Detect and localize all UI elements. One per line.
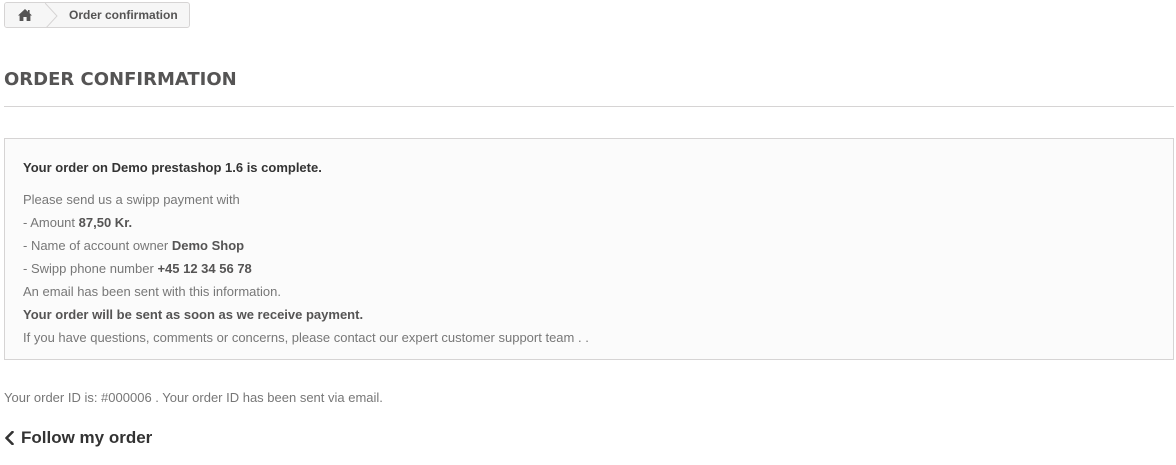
breadcrumb-current: Order confirmation — [69, 8, 178, 22]
confirmation-box: Your order on Demo prestashop 1.6 is com… — [4, 138, 1174, 360]
phone-line: - Swipp phone number +45 12 34 56 78 — [23, 257, 1155, 280]
amount-value: 87,50 Kr. — [78, 215, 133, 230]
order-id-text: Your order ID is: #000006 . Your order I… — [4, 390, 383, 405]
amount-label: - Amount — [23, 215, 76, 230]
breadcrumb: Order confirmation — [4, 2, 190, 28]
support-text: If you have questions, comments or conce… — [23, 330, 399, 345]
breadcrumb-separator — [45, 3, 59, 27]
phone-label: - Swipp phone number — [23, 261, 154, 276]
payment-intro: Please send us a swipp payment with — [23, 192, 240, 207]
owner-label: - Name of account owner — [23, 238, 169, 253]
follow-my-order-label: Follow my order — [21, 428, 153, 447]
follow-my-order-link[interactable]: Follow my order — [4, 428, 152, 448]
breadcrumb-home-link[interactable] — [5, 3, 45, 27]
chevron-left-icon — [4, 431, 15, 445]
support-link[interactable]: expert customer support team — [402, 330, 575, 345]
heading-divider — [4, 106, 1174, 107]
owner-value: Demo Shop — [171, 238, 245, 253]
confirmation-lead: Your order on Demo prestashop 1.6 is com… — [23, 160, 322, 175]
payment-note: Your order will be sent as soon as we re… — [23, 307, 364, 322]
page-title: ORDER CONFIRMATION — [4, 69, 237, 90]
support-suffix: . . — [578, 330, 589, 345]
order-confirmation-page: Order confirmation ORDER CONFIRMATION Yo… — [0, 0, 1176, 465]
amount-line: - Amount 87,50 Kr. — [23, 211, 1155, 234]
home-icon — [17, 8, 33, 22]
email-note: An email has been sent with this informa… — [23, 284, 281, 299]
support-line: If you have questions, comments or conce… — [23, 326, 1155, 349]
owner-line: - Name of account owner Demo Shop — [23, 234, 1155, 257]
phone-value: +45 12 34 56 78 — [157, 261, 252, 276]
